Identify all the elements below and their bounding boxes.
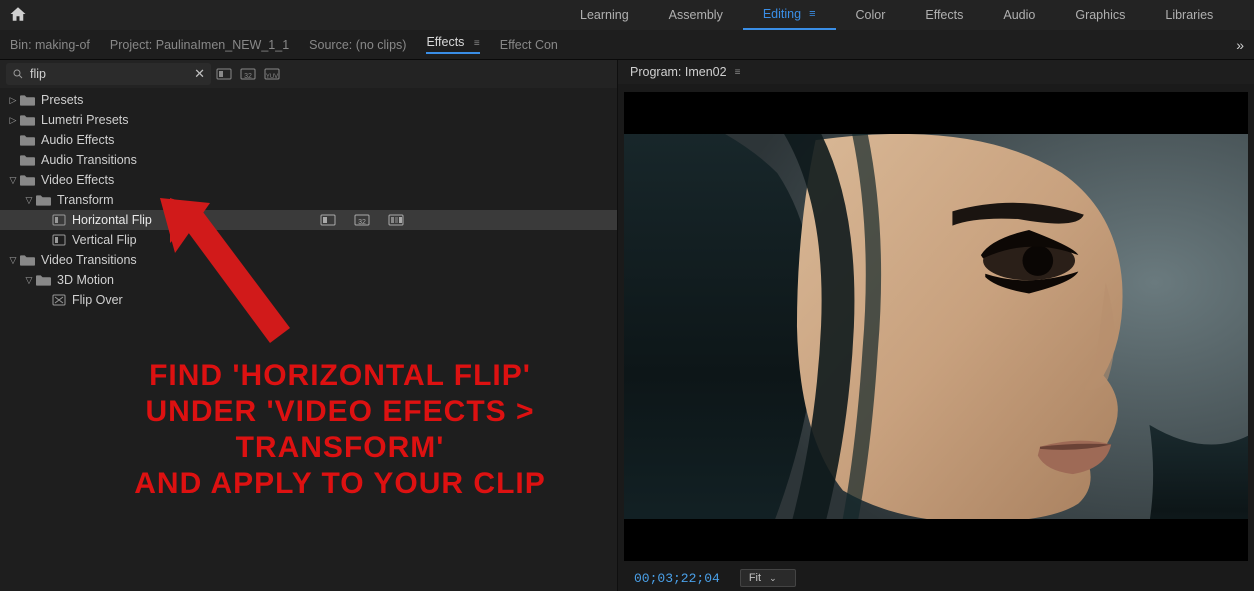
accelerated-effects-icon[interactable] [215, 66, 235, 82]
annotation-line-1: Find 'Horizontal Flip' [90, 358, 590, 394]
home-icon[interactable] [8, 5, 28, 26]
workspace-tab-audio[interactable]: Audio [983, 0, 1055, 30]
tree-row[interactable]: ▽ 3D Motion [0, 270, 617, 290]
tree-row[interactable]: Flip Over [0, 290, 617, 310]
tree-row-label: Transform [57, 193, 114, 207]
chevron-right-icon[interactable]: » [1236, 37, 1244, 53]
tree-row[interactable]: ▽ Video Transitions [0, 250, 617, 270]
tree-row[interactable]: Audio Transitions [0, 150, 617, 170]
tree-row-label: Vertical Flip [72, 233, 137, 247]
workspace-tab-graphics[interactable]: Graphics [1055, 0, 1145, 30]
annotation-line-3: and apply to your clip [90, 466, 590, 502]
effects-tree: ▷ Presets ▷ Lumetri Presets Audio Effects Aud… [0, 88, 617, 312]
workspace-tab-editing[interactable]: Editing≡ [743, 0, 836, 30]
twisty-icon[interactable]: ▽ [24, 195, 34, 206]
tree-row-label: Audio Effects [41, 133, 114, 147]
program-panel: Program: Imen02 ≡ [618, 60, 1254, 591]
twisty-icon[interactable]: ▷ [8, 95, 18, 106]
tree-row[interactable]: ▷ Presets [0, 90, 617, 110]
tree-row-label: Video Transitions [41, 253, 137, 267]
tab-effects-label: Effects [426, 35, 464, 49]
workspace-tabs: LearningAssemblyEditing≡ColorEffectsAudi… [560, 0, 1254, 30]
yuv-effects-icon[interactable]: YUV [263, 66, 283, 82]
search-input-wrap: ✕ [6, 63, 211, 85]
zoom-fit-select[interactable]: Fit ⌄ [740, 569, 796, 587]
panel-menu-icon[interactable]: ≡ [474, 38, 480, 49]
tree-row-label: Horizontal Flip [72, 213, 152, 227]
tree-row[interactable]: Audio Effects [0, 130, 617, 150]
clear-search-icon[interactable]: ✕ [194, 66, 205, 82]
effect-badges: 32 [320, 213, 406, 227]
twisty-icon[interactable]: ▽ [8, 175, 18, 186]
effects-toolbar: ✕ 32 YUV [0, 60, 617, 88]
twisty-icon[interactable]: ▽ [8, 255, 18, 266]
program-controls: 00;03;22;04 Fit ⌄ [624, 565, 1248, 591]
tree-row[interactable]: ▽ Transform [0, 190, 617, 210]
32bit-effects-icon[interactable]: 32 [239, 66, 259, 82]
tab-source[interactable]: Source: (no clips) [309, 38, 406, 52]
tab-project[interactable]: Project: PaulinaImen_NEW_1_1 [110, 38, 289, 52]
tab-bin[interactable]: Bin: making-of [10, 38, 90, 52]
workspace-tab-effects[interactable]: Effects [905, 0, 983, 30]
tree-row[interactable]: Horizontal Flip 32 [0, 210, 617, 230]
tree-row-label: 3D Motion [57, 273, 114, 287]
tab-effects[interactable]: Effects ≡ [426, 35, 479, 54]
workspace-tab-libraries[interactable]: Libraries [1145, 0, 1233, 30]
search-icon [12, 68, 24, 80]
main-split: ✕ 32 YUV ▷ Presets ▷ Lumetri Presets Audio E… [0, 60, 1254, 591]
annotation-line-2: under 'Video Efects > Transform' [90, 394, 590, 466]
workspace-tab-learning[interactable]: Learning [560, 0, 649, 30]
twisty-icon[interactable]: ▷ [8, 115, 18, 126]
tree-row-label: Lumetri Presets [41, 113, 129, 127]
app-topbar: LearningAssemblyEditing≡ColorEffectsAudi… [0, 0, 1254, 30]
program-header: Program: Imen02 ≡ [618, 60, 1254, 84]
tab-effect-controls[interactable]: Effect Con [500, 38, 558, 52]
svg-text:32: 32 [244, 73, 252, 80]
fit-label: Fit [749, 572, 761, 584]
monitor-frame-image [624, 134, 1248, 519]
program-monitor[interactable] [624, 92, 1248, 561]
panel-tabs-row: Bin: making-of Project: PaulinaImen_NEW_… [0, 30, 1254, 60]
program-title: Program: Imen02 [630, 65, 727, 79]
timecode[interactable]: 00;03;22;04 [634, 571, 720, 586]
workspace-tab-be[interactable]: BE [1233, 0, 1254, 30]
svg-text:YUV: YUV [266, 74, 278, 80]
effects-panel: ✕ 32 YUV ▷ Presets ▷ Lumetri Presets Audio E… [0, 60, 618, 591]
svg-text:32: 32 [358, 219, 366, 226]
workspace-menu-icon[interactable]: ≡ [809, 8, 815, 20]
program-menu-icon[interactable]: ≡ [735, 67, 741, 78]
tree-row-label: Video Effects [41, 173, 114, 187]
tree-row-label: Audio Transitions [41, 153, 137, 167]
tree-row[interactable]: Vertical Flip [0, 230, 617, 250]
chevron-down-icon: ⌄ [769, 573, 777, 583]
tree-row[interactable]: ▽ Video Effects [0, 170, 617, 190]
tree-row[interactable]: ▷ Lumetri Presets [0, 110, 617, 130]
workspace-tab-assembly[interactable]: Assembly [649, 0, 743, 30]
tree-row-label: Presets [41, 93, 83, 107]
search-input[interactable] [30, 67, 170, 81]
tree-row-label: Flip Over [72, 293, 123, 307]
workspace-tab-color[interactable]: Color [836, 0, 906, 30]
twisty-icon[interactable]: ▽ [24, 275, 34, 286]
